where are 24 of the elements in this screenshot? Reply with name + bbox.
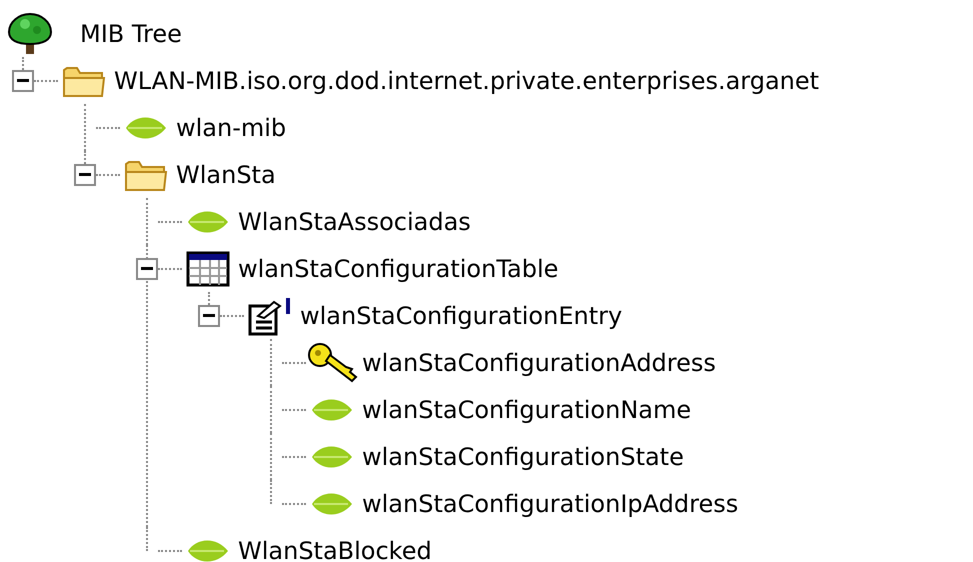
node-label[interactable]: wlanStaConfigurationState bbox=[362, 438, 684, 474]
node-label[interactable]: wlanStaConfigurationAddress bbox=[362, 344, 716, 380]
expand-toggle[interactable] bbox=[136, 258, 158, 280]
tree-icon bbox=[5, 12, 55, 56]
node-label[interactable]: WlanSta bbox=[176, 156, 276, 192]
node-label[interactable]: wlanStaConfigurationName bbox=[362, 392, 692, 428]
node-label[interactable]: WlanStaBlocked bbox=[238, 532, 432, 562]
minus-icon bbox=[17, 79, 29, 82]
table-icon bbox=[186, 250, 230, 286]
node-label[interactable]: WlanStaAssociadas bbox=[238, 204, 471, 240]
node-label[interactable]: WLAN-MIB.iso.org.dod.internet.private.enterprises.arganet bbox=[114, 62, 820, 98]
key-icon bbox=[306, 340, 358, 384]
node-label[interactable]: wlanStaConfigurationTable bbox=[238, 250, 558, 286]
expand-toggle[interactable] bbox=[198, 304, 220, 326]
expand-toggle[interactable] bbox=[12, 70, 34, 92]
minus-icon bbox=[203, 314, 215, 317]
minus-icon bbox=[141, 267, 153, 270]
node-label[interactable]: wlanStaConfigurationEntry bbox=[300, 298, 622, 334]
minus-icon bbox=[79, 173, 91, 176]
node-label[interactable]: wlanStaConfigurationIpAddress bbox=[362, 486, 738, 522]
node-label[interactable]: wlan-mib bbox=[176, 110, 286, 146]
tree-title: MIB Tree bbox=[80, 18, 182, 50]
entry-icon bbox=[248, 296, 292, 336]
expand-toggle[interactable] bbox=[74, 164, 96, 186]
